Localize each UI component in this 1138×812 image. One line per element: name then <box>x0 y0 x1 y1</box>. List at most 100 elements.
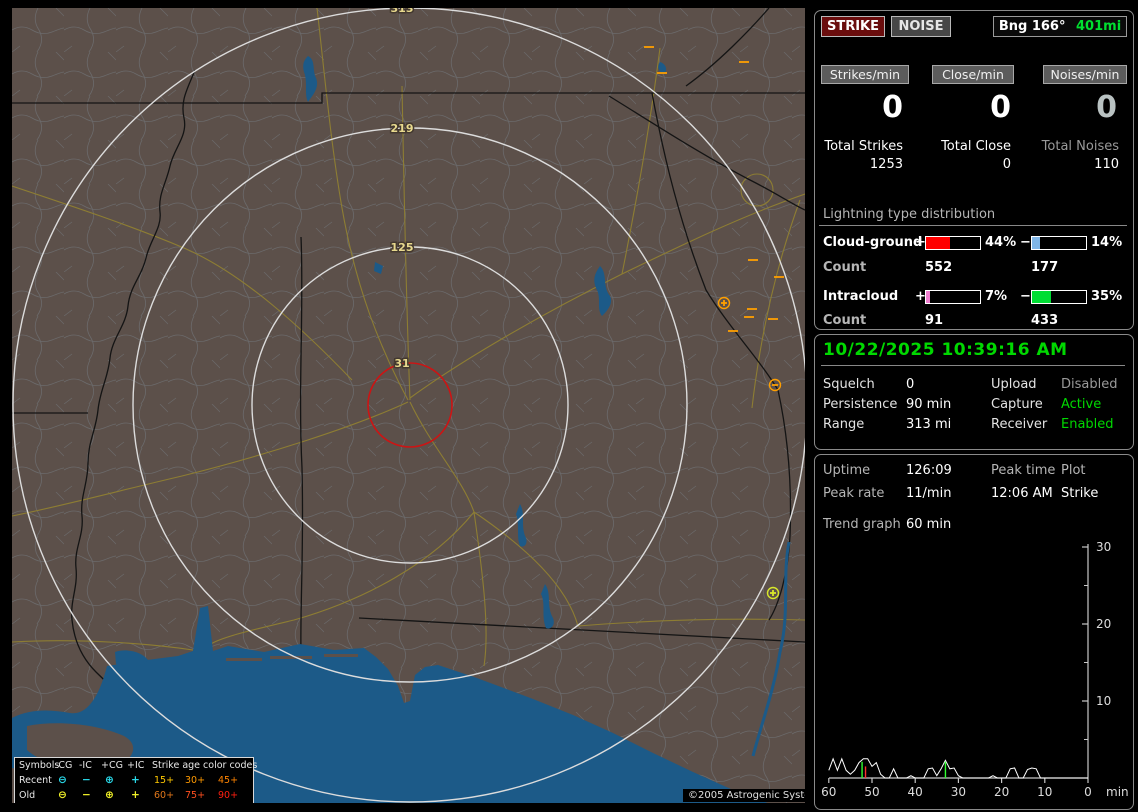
persistence-value: 90 min <box>906 397 952 412</box>
total-close-label: Total Close <box>941 139 1011 154</box>
cloud-ground-label: Cloud-ground <box>823 235 923 250</box>
copyright-text: ©2005 Astrogenic Systems <box>683 789 805 802</box>
peak-rate-label: Peak rate <box>823 486 885 501</box>
upload-label: Upload <box>991 377 1037 392</box>
cg-positive-pct: 44% <box>985 235 1017 250</box>
age-60: 60+ <box>154 790 175 801</box>
capture-label: Capture <box>991 397 1043 412</box>
axis-tick-label: min <box>1106 785 1129 799</box>
axis-tick-label: 20 <box>1096 617 1111 631</box>
legend-col-ncg: -CG <box>55 760 73 771</box>
plot-label: Plot <box>1061 463 1086 478</box>
close-per-min-label[interactable]: Close/min <box>932 65 1014 84</box>
trend-series-strikes <box>828 757 1088 779</box>
axis-tick-label: 10 <box>1037 785 1052 799</box>
ic-negative-count: 433 <box>1031 313 1059 328</box>
age-30: 30+ <box>185 775 206 786</box>
bearing-readout: Bng 166° 401mi <box>993 16 1127 37</box>
bearing-distance: 401mi <box>1076 19 1122 34</box>
bearing-label: Bng 166° <box>998 19 1066 34</box>
range-ring-label: 313 <box>391 8 414 15</box>
noises-per-min-label[interactable]: Noises/min <box>1043 65 1127 84</box>
minus-sign: − <box>1020 235 1031 250</box>
strikes-per-min-label[interactable]: Strikes/min <box>821 65 909 84</box>
legend-old-label: Old <box>19 790 36 801</box>
ic-negative-bar <box>1031 290 1087 304</box>
ic-positive-pct: 7% <box>985 289 1008 304</box>
neg-ic-old-icon: − <box>82 789 91 801</box>
range-value: 313 mi <box>906 417 952 432</box>
total-noises-value: 110 <box>1094 157 1119 172</box>
ic-positive-count: 91 <box>925 313 944 328</box>
total-strikes-label: Total Strikes <box>824 139 903 154</box>
uptime-label: Uptime <box>823 463 871 478</box>
age-45: 45+ <box>218 775 239 786</box>
axis-tick-label: 60 <box>821 785 836 799</box>
pos-ic-recent-icon: + <box>131 774 140 786</box>
peak-time-value: 12:06 AM <box>991 486 1053 501</box>
total-noises-label: Total Noises <box>1041 139 1119 154</box>
pos-cg-recent-icon: ⊕ <box>105 774 114 786</box>
legend-symbols-header: Symbols <box>19 760 60 771</box>
uptime-value: 126:09 <box>906 463 952 478</box>
squelch-value: 0 <box>906 377 915 392</box>
total-strikes-value: 1253 <box>869 157 903 172</box>
minus-sign: − <box>1020 289 1031 304</box>
axis-tick-label: 30 <box>1096 540 1111 554</box>
divider <box>819 225 1127 226</box>
intracloud-label: Intracloud <box>823 289 899 304</box>
lightning-map[interactable]: 313 219 125 31 Symbols -CG -IC +CG +IC Stri… <box>12 8 805 803</box>
range-ring-label: 125 <box>391 241 414 254</box>
trend-graph-label: Trend graph <box>823 517 901 532</box>
peak-rate-value: 11/min <box>906 486 952 501</box>
strike-mode-button[interactable]: STRIKE <box>821 16 885 37</box>
cg-positive-count: 552 <box>925 260 953 275</box>
map-canvas: 313 219 125 31 <box>12 8 805 803</box>
clock-settings-box: 10/22/2025 10:39:16 AM Squelch 0 Upload … <box>814 334 1134 450</box>
legend-col-pcg: +CG <box>101 760 123 771</box>
trend-box: Uptime 126:09 Peak time Plot Peak rate 1… <box>814 454 1134 810</box>
capture-status: Active <box>1061 397 1102 412</box>
datetime-display: 10/22/2025 10:39:16 AM <box>823 340 1068 360</box>
legend-age-header: Strike age color codes <box>152 760 258 771</box>
neg-cg-recent-icon: ⊖ <box>58 774 67 786</box>
peak-time-label: Peak time <box>991 463 1056 478</box>
strikes-per-min-value: 0 <box>882 90 903 125</box>
noise-mode-button[interactable]: NOISE <box>891 16 951 37</box>
axis-tick-label: 0 <box>1084 785 1092 799</box>
age-15: 15+ <box>154 775 175 786</box>
cg-negative-count: 177 <box>1031 260 1059 275</box>
count-label: Count <box>823 260 867 275</box>
cg-negative-pct: 14% <box>1091 235 1123 250</box>
upload-status: Disabled <box>1061 377 1118 392</box>
pos-ic-old-icon: + <box>131 789 140 801</box>
distribution-title: Lightning type distribution <box>823 207 996 222</box>
divider <box>821 365 1125 366</box>
strike-legend: Symbols -CG -IC +CG +IC Strike age color… <box>14 757 258 803</box>
ic-negative-pct: 35% <box>1091 289 1123 304</box>
legend-col-pic: +IC <box>127 760 145 771</box>
range-ring-label: 219 <box>391 122 414 135</box>
range-label: Range <box>823 417 865 432</box>
plot-type-value: Strike <box>1061 486 1099 501</box>
axis-tick-label: 20 <box>994 785 1009 799</box>
receiver-label: Receiver <box>991 417 1048 432</box>
persistence-label: Persistence <box>823 397 898 412</box>
squelch-label: Squelch <box>823 377 875 392</box>
neg-ic-recent-icon: − <box>82 774 91 786</box>
receiver-status: Enabled <box>1061 417 1114 432</box>
trend-graph-window: 60 min <box>906 517 952 532</box>
trend-graph-chart: 30 20 10 60 50 40 30 20 10 0 min <box>821 540 1129 799</box>
axis-tick-label: 50 <box>864 785 879 799</box>
cg-negative-bar <box>1031 236 1087 250</box>
legend-col-nic: -IC <box>79 760 92 771</box>
axis-tick-label: 40 <box>908 785 923 799</box>
app-window: 313 219 125 31 Symbols -CG -IC +CG +IC Stri… <box>0 0 1138 812</box>
age-75: 75+ <box>185 790 206 801</box>
range-ring-label: 31 <box>394 357 409 370</box>
axis-tick-label: 10 <box>1096 694 1111 708</box>
neg-cg-old-icon: ⊖ <box>58 789 67 801</box>
pos-cg-old-icon: ⊕ <box>105 789 114 801</box>
counters-box: STRIKE NOISE Bng 166° 401mi Strikes/min … <box>814 10 1134 330</box>
cg-positive-bar <box>925 236 981 250</box>
